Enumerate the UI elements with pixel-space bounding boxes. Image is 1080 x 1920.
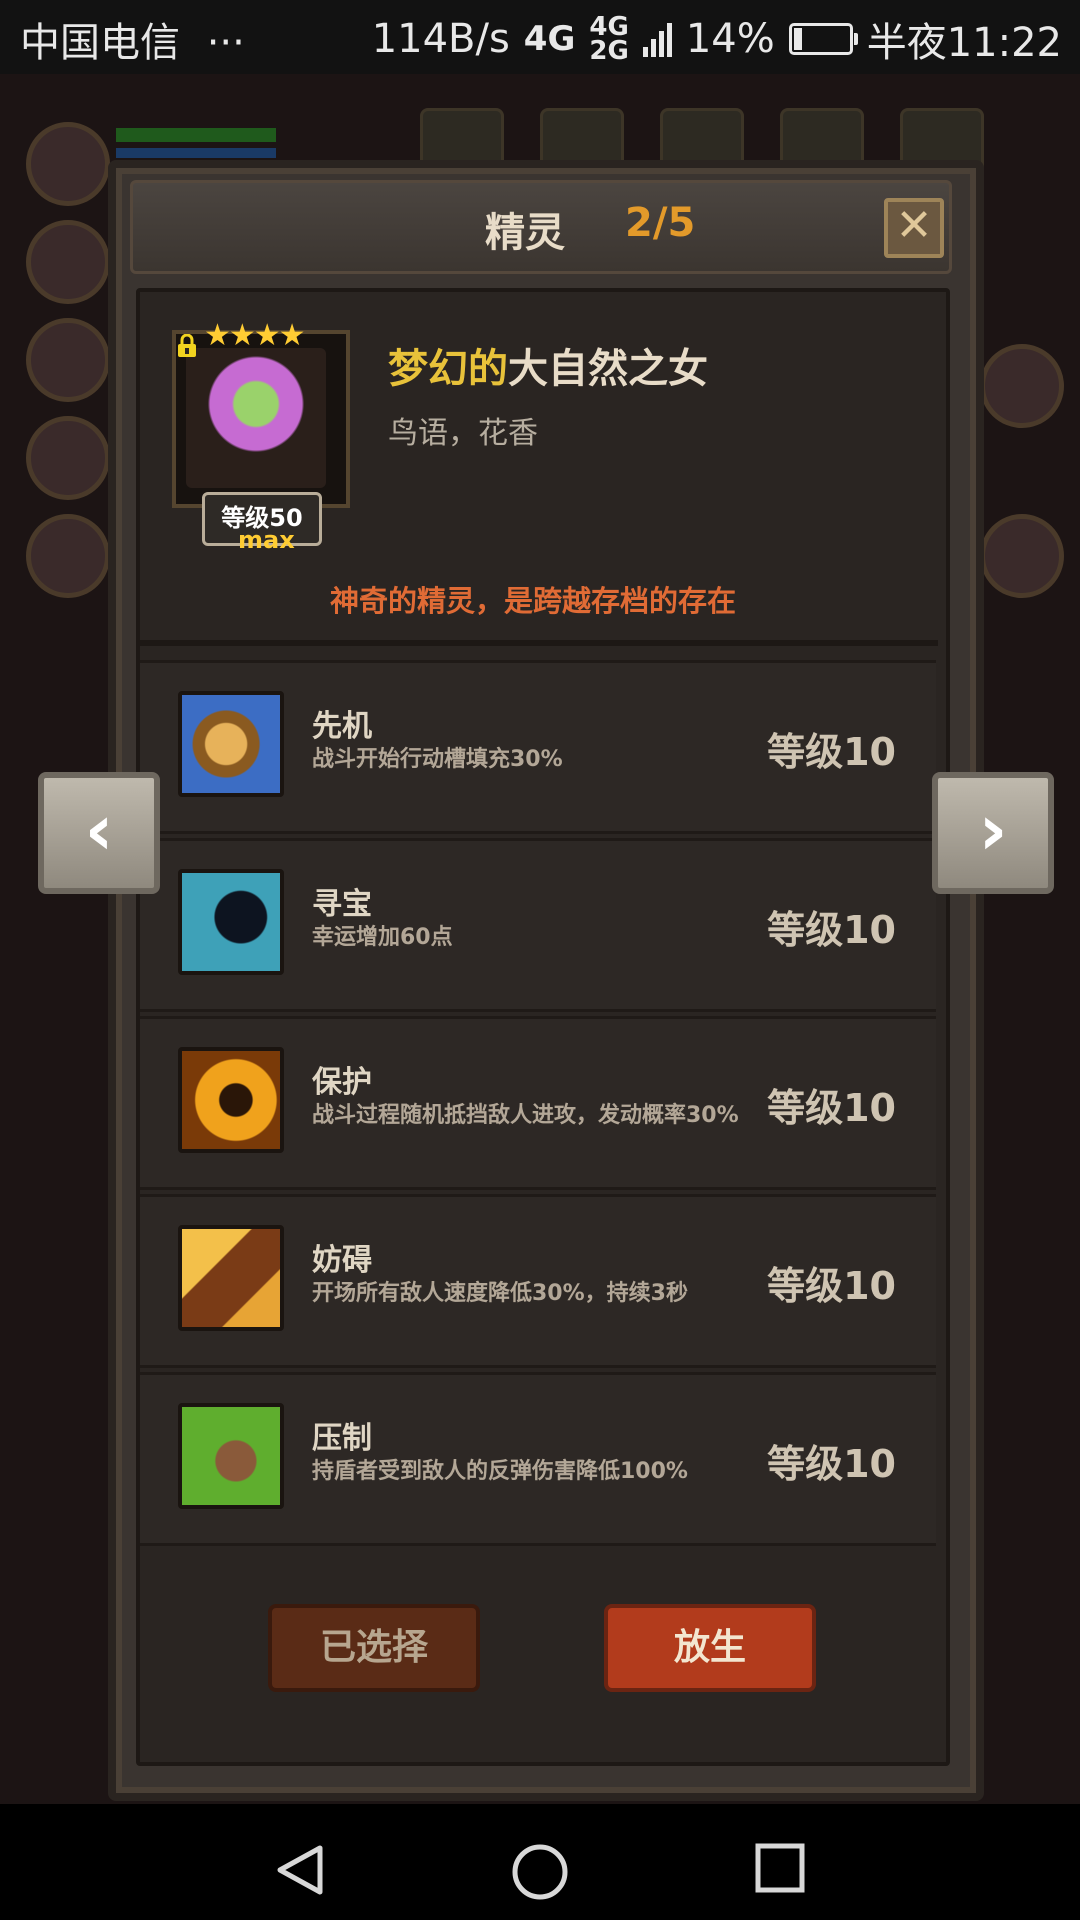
bg-mp-bar [116, 148, 276, 158]
prev-spirit-button[interactable]: ‹ [38, 772, 160, 894]
skill-level: 等级10 [767, 1086, 896, 1130]
network-type-icon: 4G 2G [589, 12, 629, 66]
spirit-base-name: 大自然之女 [508, 346, 708, 392]
skill-desc: 战斗开始行动槽填充30% [312, 747, 563, 772]
network-speed: 114B/s [371, 16, 510, 62]
signal-icon [642, 21, 672, 57]
clock: 半夜11:22 [866, 20, 1062, 66]
skill-name: 压制 [312, 1421, 372, 1456]
skill-desc: 开场所有敌人速度降低30%，持续3秒 [312, 1281, 688, 1306]
star-rating: ★★★★ [204, 318, 306, 353]
chain-boot-icon [178, 1225, 284, 1331]
battery-percent: 14% [685, 16, 775, 62]
carrier-name: 中国电信 [20, 20, 180, 66]
status-bar: 中国电信 ··· 114B/s 4G 4G 2G 14% 半夜11:22 [0, 0, 1080, 74]
skill-name: 先机 [312, 709, 372, 744]
silhouette-icon [178, 869, 284, 975]
skill-row[interactable]: 妨碍 开场所有敌人速度降低30%，持续3秒 等级10 [140, 1194, 936, 1368]
skill-level: 等级10 [767, 730, 896, 774]
next-spirit-button[interactable]: › [932, 772, 1054, 894]
skill-name: 寻宝 [312, 887, 372, 922]
bg-hp-bar [116, 128, 276, 142]
selected-button[interactable]: 已选择 [268, 1604, 480, 1692]
back-icon[interactable] [272, 1842, 328, 1898]
lock-icon [178, 334, 196, 357]
skill-level: 等级10 [767, 1442, 896, 1486]
claw-icon [178, 1403, 284, 1509]
skill-desc: 持盾者受到敌人的反弹伤害降低100% [312, 1459, 688, 1484]
bg-hero-avatar [980, 514, 1064, 598]
bg-hero-avatar [26, 416, 110, 500]
spirit-quality: 梦幻的 [388, 346, 508, 392]
skill-name: 妨碍 [312, 1243, 372, 1278]
bg-hero-avatar [26, 514, 110, 598]
skill-level: 等级10 [767, 908, 896, 952]
battery-icon [788, 23, 858, 55]
skill-name: 保护 [312, 1065, 372, 1100]
section-divider [140, 640, 938, 646]
spirit-description: 神奇的精灵，是跨越存档的存在 [330, 584, 737, 618]
skill-row[interactable]: 先机 战斗开始行动槽填充30% 等级10 [140, 660, 936, 834]
spirit-name: 梦幻的大自然之女 [388, 336, 708, 394]
bg-hero-avatar [26, 220, 110, 304]
skill-row[interactable]: 压制 持盾者受到敌人的反弹伤害降低100% 等级10 [140, 1372, 936, 1546]
bg-hero-avatar [26, 122, 110, 206]
bg-hero-avatar [26, 318, 110, 402]
carrier-area: 中国电信 ··· [20, 10, 245, 68]
spirit-count: 2/5 [625, 200, 696, 246]
recents-icon[interactable] [754, 1842, 806, 1894]
spirit-subtitle: 鸟语，花香 [388, 416, 538, 451]
skill-row[interactable]: 保护 战斗过程随机抵挡敌人进攻，发动概率30% 等级10 [140, 1016, 936, 1190]
skill-desc: 幸运增加60点 [312, 925, 453, 950]
status-icons: 114B/s 4G 4G 2G 14% 半夜11:22 [372, 10, 1062, 68]
bg-hero-avatar [980, 344, 1064, 428]
home-icon[interactable] [510, 1842, 570, 1902]
leopard-icon [178, 691, 284, 797]
network-4g-label: 4G [523, 19, 576, 59]
dialog-title: 精灵 [485, 210, 565, 256]
notification-dots: ··· [206, 20, 245, 66]
max-label: max [238, 526, 295, 554]
skill-level: 等级10 [767, 1264, 896, 1308]
release-button[interactable]: 放生 [604, 1604, 816, 1692]
skill-desc: 战斗过程随机抵挡敌人进攻，发动概率30% [312, 1103, 739, 1128]
fairy-icon [178, 1047, 284, 1153]
spirit-portrait [186, 348, 326, 488]
skill-row[interactable]: 寻宝 幸运增加60点 等级10 [140, 838, 936, 1012]
close-button[interactable]: ✕ [884, 198, 944, 258]
